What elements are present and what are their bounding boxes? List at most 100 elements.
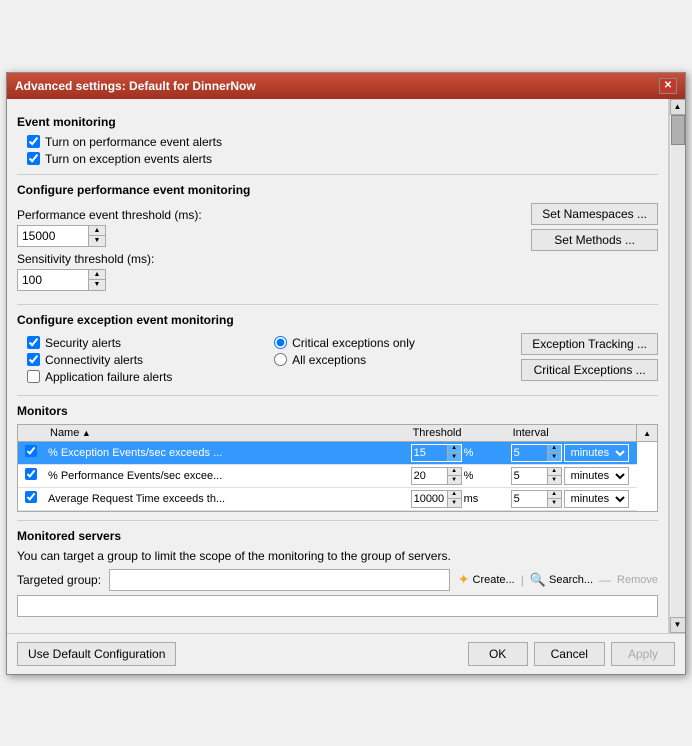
monitor-threshold-up-1[interactable]: ▲ (448, 468, 461, 476)
app-failure-label: Application failure alerts (45, 370, 172, 384)
monitor-threshold-spinbox-1: ▲ ▼ (411, 467, 462, 485)
use-default-button[interactable]: Use Default Configuration (17, 642, 176, 666)
monitor-check-1[interactable] (18, 464, 44, 487)
monitor-interval-up-0[interactable]: ▲ (548, 445, 561, 453)
all-exceptions-row: All exceptions (274, 353, 521, 367)
ok-button[interactable]: OK (468, 642, 528, 666)
sensitivity-input-row: ▲ ▼ (17, 269, 521, 291)
search-group-button[interactable]: 🔍 Search... (530, 572, 593, 588)
monitor-interval-unit-1[interactable]: minutes (564, 467, 629, 485)
monitor-threshold-input-0[interactable] (412, 445, 447, 461)
monitor-interval-down-1[interactable]: ▼ (548, 476, 561, 484)
scroll-down-arrow[interactable]: ▼ (670, 617, 686, 633)
critical-exceptions-button[interactable]: Critical Exceptions ... (521, 359, 658, 381)
perf-alerts-row: Turn on performance event alerts (27, 135, 658, 149)
targeted-group-row: Targeted group: ✦ Create... | 🔍 Search..… (17, 569, 658, 591)
perf-spinbox-arrows: ▲ ▼ (88, 226, 105, 246)
monitor-threshold-spinbox-0: ▲ ▼ (411, 444, 462, 462)
set-namespaces-button[interactable]: Set Namespaces ... (531, 203, 658, 225)
critical-only-row: Critical exceptions only (274, 336, 521, 350)
monitor-threshold-0: ▲ ▼ % (407, 441, 507, 464)
security-alerts-checkbox[interactable] (27, 336, 40, 349)
scroll-up-arrow[interactable]: ▲ (670, 99, 686, 115)
monitor-threshold-input-1[interactable] (412, 468, 447, 484)
monitor-check-2[interactable] (18, 487, 44, 510)
monitor-threshold-spinbox-2: ▲ ▼ (411, 490, 462, 508)
create-group-button[interactable]: ✦ Create... (458, 571, 515, 588)
perf-spin-down[interactable]: ▼ (89, 236, 105, 246)
monitor-interval-down-0[interactable]: ▼ (548, 453, 561, 461)
monitor-checkbox-2[interactable] (25, 491, 37, 503)
targeted-group-display (17, 595, 658, 625)
critical-only-radio[interactable] (274, 336, 287, 349)
main-scrollbar: ▲ ▼ (669, 99, 685, 633)
set-methods-button[interactable]: Set Methods ... (531, 229, 658, 251)
monitor-row-2: Average Request Time exceeds th... ▲ ▼ (18, 487, 657, 510)
sensitivity-spinbox-arrows: ▲ ▼ (88, 270, 105, 290)
apply-button[interactable]: Apply (611, 642, 675, 666)
monitor-threshold-down-2[interactable]: ▼ (448, 499, 461, 507)
targeted-group-input[interactable] (109, 569, 450, 591)
monitor-threshold-arrows-2: ▲ ▼ (447, 491, 461, 507)
monitor-threshold-up-0[interactable]: ▲ (448, 445, 461, 453)
configure-exception-title: Configure exception event monitoring (17, 313, 658, 327)
sensitivity-spin-down[interactable]: ▼ (89, 280, 105, 290)
monitor-interval-spinbox-2: ▲ ▼ (511, 490, 562, 508)
monitors-table-wrapper: Name Threshold Interval ▲ % Exceptio (17, 424, 658, 512)
exception-tracking-button[interactable]: Exception Tracking ... (521, 333, 658, 355)
th-threshold[interactable]: Threshold (407, 425, 507, 442)
connectivity-alerts-label: Connectivity alerts (45, 353, 143, 367)
exception-alerts-checkbox[interactable] (27, 152, 40, 165)
monitor-interval-up-2[interactable]: ▲ (548, 491, 561, 499)
monitor-interval-up-1[interactable]: ▲ (548, 468, 561, 476)
perf-threshold-field: Performance event threshold (ms): ▲ ▼ (17, 208, 521, 247)
separator-v1: | (521, 573, 524, 587)
monitor-interval-unit-2[interactable]: minutes (564, 490, 629, 508)
separator-1 (17, 174, 658, 175)
monitor-checkbox-1[interactable] (25, 468, 37, 480)
perf-config-area: Performance event threshold (ms): ▲ ▼ (17, 203, 658, 296)
cancel-button[interactable]: Cancel (534, 642, 605, 666)
th-interval[interactable]: Interval (507, 425, 637, 442)
monitored-servers-title: Monitored servers (17, 529, 658, 543)
perf-spin-up[interactable]: ▲ (89, 226, 105, 236)
monitor-interval-down-2[interactable]: ▼ (548, 499, 561, 507)
th-scroll-up[interactable]: ▲ (637, 425, 657, 442)
exception-buttons: Exception Tracking ... Critical Exceptio… (521, 333, 658, 381)
remove-group-button[interactable]: Remove (617, 574, 658, 586)
monitor-interval-input-0[interactable] (512, 445, 547, 461)
monitor-interval-input-1[interactable] (512, 468, 547, 484)
sensitivity-spin-up[interactable]: ▲ (89, 270, 105, 280)
separator-2 (17, 304, 658, 305)
monitor-interval-spinbox-0: ▲ ▼ (511, 444, 562, 462)
monitor-checkbox-0[interactable] (25, 445, 37, 457)
monitor-threshold-unit-2: ms (464, 493, 479, 505)
create-icon: ✦ (458, 571, 470, 588)
connectivity-alerts-checkbox[interactable] (27, 353, 40, 366)
all-exceptions-radio[interactable] (274, 353, 287, 366)
scrollbar-thumb[interactable] (671, 115, 685, 145)
security-alerts-label: Security alerts (45, 336, 121, 350)
monitors-header-row: Name Threshold Interval ▲ (18, 425, 657, 442)
exception-left: Security alerts Connectivity alerts Appl… (17, 333, 264, 387)
monitor-threshold-arrows-1: ▲ ▼ (447, 468, 461, 484)
th-name[interactable]: Name (44, 425, 407, 442)
monitor-threshold-up-2[interactable]: ▲ (448, 491, 461, 499)
exception-middle: Critical exceptions only All exceptions (264, 333, 521, 370)
monitor-check-0[interactable] (18, 441, 44, 464)
monitor-interval-1: ▲ ▼ minutes (507, 464, 637, 487)
perf-alerts-checkbox[interactable] (27, 135, 40, 148)
app-failure-checkbox[interactable] (27, 370, 40, 383)
separator-4 (17, 520, 658, 521)
monitor-interval-unit-0[interactable]: minutes (564, 444, 629, 462)
monitor-threshold-down-1[interactable]: ▼ (448, 476, 461, 484)
close-button[interactable]: ✕ (659, 78, 677, 94)
monitor-interval-input-2[interactable] (512, 491, 547, 507)
monitor-threshold-input-2[interactable] (412, 491, 447, 507)
monitor-threshold-down-0[interactable]: ▼ (448, 453, 461, 461)
perf-threshold-input[interactable] (18, 226, 88, 246)
main-window: Advanced settings: Default for DinnerNow… (6, 72, 686, 675)
scrollbar-track (671, 115, 685, 617)
sensitivity-input[interactable] (18, 270, 88, 290)
monitor-threshold-unit-0: % (464, 447, 474, 459)
